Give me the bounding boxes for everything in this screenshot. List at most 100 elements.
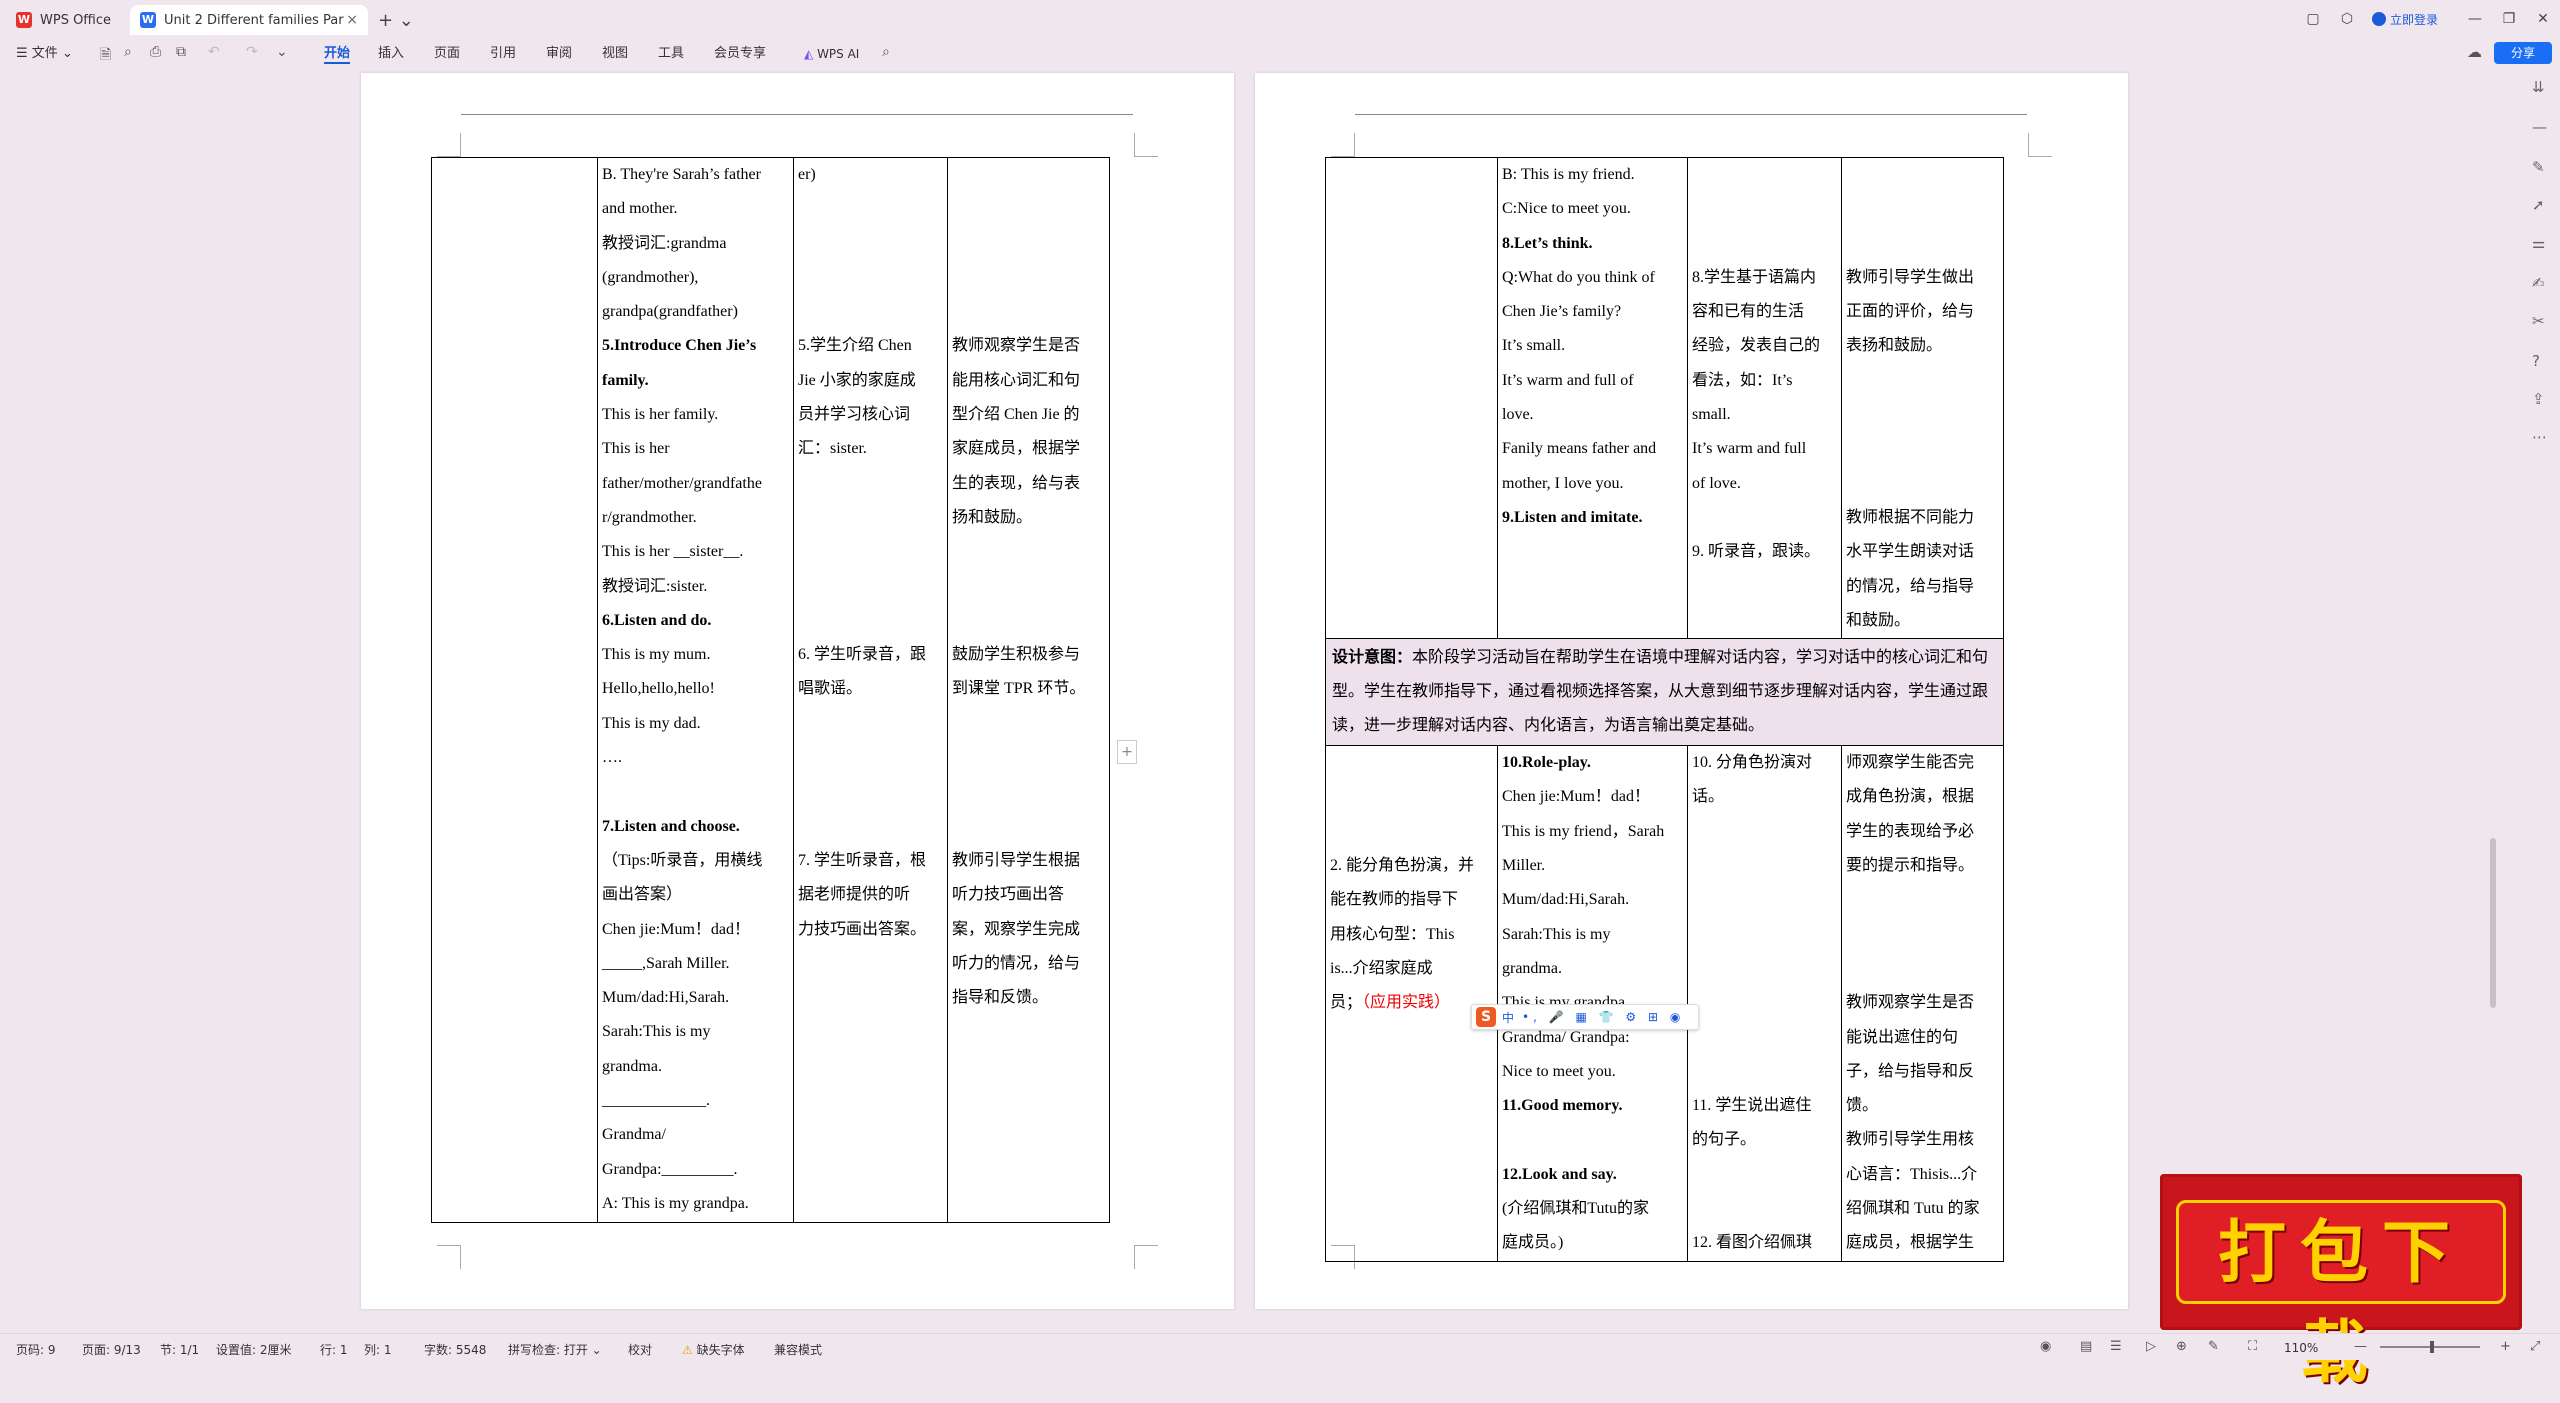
practice-tag: （应用实践） [1362,994,1451,1012]
filter-icon[interactable]: ⚌ [2532,234,2545,252]
cell-line: 正面的评价，给与 [1846,303,1975,321]
pen-icon[interactable]: ✎ [2532,158,2545,176]
cell-line: This is my friend，Sarah [1502,822,1665,840]
avatar-icon [2371,12,2386,26]
menu-page[interactable]: 页面 [434,44,460,64]
menu-member[interactable]: 会员专享 [714,44,766,64]
window-layout-icon[interactable]: ▢ [2296,11,2330,27]
undo-icon[interactable]: ↶ [208,44,220,60]
vertical-scrollbar[interactable] [2490,838,2496,1008]
cell-line [1692,501,1837,535]
table-cell-student[interactable]: 10. 分角色扮演对 话。 11. 学生说出遮住 的句子。 12. 看图介绍佩琪 [1687,745,1842,1262]
file-menu[interactable]: ☰ 文件 ⌄ [16,44,73,64]
save-icon[interactable]: 🗎 [100,44,111,68]
cell-line [1692,986,1837,1020]
table-cell-teacher[interactable]: 教师引导学生做出 正面的评价，给与 表扬和鼓励。 教师根据不同能力 水平学生朗读对话的… [1841,156,2004,640]
menu-tools[interactable]: 工具 [658,44,684,64]
cell-line [798,501,943,535]
page-view-icon[interactable]: ▤ [2080,1339,2092,1354]
ime-tools-icon[interactable]: •, 🎤 ▦ 👕 ⚙ ⊞ ◉ [1522,1010,1684,1024]
tools-icon[interactable]: ✂ [2532,312,2545,330]
status-missing-font[interactable]: ⚠ 缺失字体 [682,1341,745,1358]
close-tab-icon[interactable]: × [346,12,358,28]
collapse-icon[interactable]: ⇊ [2532,78,2545,96]
tab-wps-office[interactable]: W WPS Office [6,5,124,35]
cell-line [798,192,943,226]
edit-icon[interactable]: ✍ [2532,274,2545,292]
add-column-handle[interactable]: + [1117,740,1137,764]
file-menu-label: 文件 [31,46,58,61]
table-cell-student[interactable]: er) 5.学生介绍 Chen Jie 小家的家庭成 员并学习核心词 汇：sister… [793,157,948,1223]
menu-insert[interactable]: 插入 [378,44,404,64]
eye-icon[interactable]: ◉ [2040,1339,2051,1354]
login-button[interactable]: 立即登录 [2371,11,2438,28]
table-cell-student[interactable]: 8.学生基于语篇内 容和已有的生活 经验，发表自己的 看法，如：It’s small. I… [1687,156,1842,640]
print-preview-icon[interactable]: ⧉ [176,44,186,60]
status-section: 节: 1/1 [160,1343,200,1357]
menu-review[interactable]: 审阅 [546,44,572,64]
tab-document[interactable]: W Unit 2 Different families Par × [130,5,368,35]
table-cell-objective[interactable] [1325,156,1498,640]
zoom-slider-handle[interactable] [2430,1341,2434,1353]
cell-line [1692,849,1837,883]
ime-mode[interactable]: 中 [1502,1009,1514,1026]
wps-ai-label: WPS AI [817,47,860,61]
zoom-in-icon[interactable]: + [2500,1339,2511,1354]
status-proof[interactable]: 校对 [628,1341,652,1358]
ime-toolbar[interactable]: S 中 •, 🎤 ▦ 👕 ⚙ ⊞ ◉ [1471,1004,1699,1030]
more-icon[interactable]: ⋯ [2532,428,2547,446]
menu-view[interactable]: 视图 [602,44,628,64]
tab-bar: W WPS Office W Unit 2 Different families… [0,0,2560,38]
cloud-sync-icon[interactable]: ☁ [2467,43,2482,61]
play-icon[interactable]: ▷ [2146,1339,2156,1354]
cell-line: This is my mum. [602,646,711,664]
more-quick-icon[interactable]: ⌄ [276,44,288,60]
menu-references[interactable]: 引用 [490,44,516,64]
zoom-out-icon[interactable]: — [2354,1339,2367,1354]
share-label: 分享 [2510,46,2535,60]
minimize-icon[interactable]: — [2458,11,2492,27]
share-icon[interactable]: ⇪ [2532,390,2545,408]
cube-icon[interactable]: ⬡ [2330,11,2364,27]
pen-mode-icon[interactable]: ✎ [2208,1339,2219,1354]
document-canvas[interactable]: B. They're Sarah’s father and mother. 教授词汇… [0,68,2520,1333]
page-left: B. They're Sarah’s father and mother. 教授词汇… [361,73,1234,1309]
help-icon[interactable]: ? [2532,352,2540,370]
outline-view-icon[interactable]: ☰ [2110,1339,2122,1354]
cell-line: 案，观察学生完成 [952,920,1081,938]
web-view-icon[interactable]: ⊕ [2176,1339,2187,1354]
tab-wps-office-label: WPS Office [40,12,112,28]
fit-page-icon[interactable]: ⛶ [2248,1339,2257,1354]
status-spell[interactable]: 拼写检查: 打开 ⌄ [508,1341,602,1358]
cell-line: Miller. [1502,857,1546,875]
minus-icon[interactable]: — [2532,118,2547,136]
cell-line [1846,432,1999,466]
table-cell-teacher[interactable]: 师观察学生能否完 成角色扮演，根据 学生的表现给予必 要的提示和指导。 教师观察学生是… [1841,745,2004,1262]
table-cell-activity[interactable]: B. They're Sarah’s father and mother. 教授词汇… [597,157,794,1223]
fullscreen-icon[interactable]: ⤢ [2530,1339,2540,1354]
zoom-level[interactable]: 110% [2284,1341,2318,1355]
redo-icon[interactable]: ↷ [246,44,258,60]
table-cell-teacher[interactable]: 教师观察学生是否 能用核心词汇和句 型介绍 Chen Jie 的家庭成员，根据学 生的… [947,157,1110,1223]
design-intent-cell[interactable]: 设计意图：本阶段学习活动旨在帮助学生在语境中理解对话内容，学习对话中的核心词汇和… [1325,638,2004,747]
new-tab-button[interactable]: + ⌄ [378,10,414,31]
download-banner[interactable]: 打包下载 [2160,1174,2522,1393]
cursor-icon[interactable]: ➚ [2532,196,2545,214]
table-cell-objective[interactable] [431,157,598,1223]
status-page: 页码: 9 [16,1343,56,1357]
share-button[interactable]: 分享 [2494,42,2552,64]
cell-line [1692,1158,1837,1192]
restore-icon[interactable]: ❐ [2492,11,2526,27]
wps-ai-button[interactable]: ◭ WPS AI [804,44,859,64]
menu-home[interactable]: 开始 [324,44,351,64]
search-icon[interactable]: ⌕ [882,44,890,60]
table-cell-activity[interactable]: B: This is my friend. C:Nice to meet you.… [1497,156,1688,640]
status-pages[interactable]: 页面: 9/13 [82,1341,141,1358]
cell-line [798,604,943,638]
search-doc-icon[interactable]: ⌕ [124,44,132,60]
print-icon[interactable]: ⎙ [150,44,161,60]
close-window-icon[interactable]: ✕ [2526,11,2560,27]
cell-line [952,535,1105,569]
cell-line [1846,952,1999,986]
status-words[interactable]: 字数: 5548 [424,1341,486,1358]
